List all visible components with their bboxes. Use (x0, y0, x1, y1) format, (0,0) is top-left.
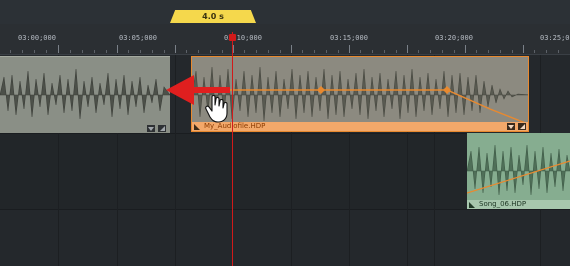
ruler-minor-tick (372, 50, 373, 53)
ruler-minor-tick (280, 50, 281, 53)
ruler-minor-tick (46, 50, 47, 53)
waveform (192, 66, 528, 125)
ruler-time-label: 03:00;000 (18, 34, 56, 42)
clip-resize-handle[interactable] (518, 123, 526, 130)
ruler-minor-tick (140, 50, 141, 53)
ruler-major-tick (175, 45, 176, 53)
fade-in-handle-icon[interactable] (194, 124, 200, 130)
ruler-minor-tick (164, 50, 165, 53)
ruler-minor-tick (546, 50, 547, 53)
clip-name-bar[interactable]: Song_06.HDP (467, 200, 570, 209)
ruler-minor-tick (34, 50, 35, 53)
ruler-minor-tick (338, 50, 339, 53)
ruler-minor-tick (244, 50, 245, 53)
ruler-time-label: 03:25;000 (540, 34, 570, 42)
ruler-minor-tick (418, 50, 419, 53)
ruler-minor-tick (384, 50, 385, 53)
ruler-minor-tick (476, 50, 477, 53)
waveform (467, 144, 570, 196)
ruler-minor-tick (222, 50, 223, 53)
ruler-major-tick (523, 45, 524, 53)
ruler-minor-tick (302, 50, 303, 53)
ruler-minor-tick (94, 50, 95, 53)
segment-length-badge[interactable]: 4.0 s (170, 10, 256, 23)
ruler-minor-tick (70, 50, 71, 53)
ruler-major-tick (233, 45, 234, 53)
ruler-minor-tick (454, 50, 455, 53)
ruler-minor-tick (534, 50, 535, 53)
ruler-minor-tick (106, 50, 107, 53)
ruler-major-tick (291, 45, 292, 53)
ruler-major-tick (407, 45, 408, 53)
grid-line (175, 55, 176, 266)
ruler-minor-tick (268, 50, 269, 53)
clip-menu-button[interactable] (507, 123, 515, 130)
ruler-minor-tick (152, 50, 153, 53)
ruler-major-tick (465, 45, 466, 53)
ruler-time-label: 03:05;000 (119, 34, 157, 42)
ruler-major-tick (117, 45, 118, 53)
audio-clip-selected[interactable]: My_Audiofile.HDP (191, 56, 529, 132)
ruler-minor-tick (500, 50, 501, 53)
waveform (0, 68, 170, 120)
ruler-minor-tick (210, 50, 211, 53)
playhead-marker[interactable] (229, 34, 236, 41)
fade-in-handle-icon[interactable] (469, 202, 475, 208)
ruler-minor-tick (128, 50, 129, 53)
ruler-minor-tick (558, 50, 559, 53)
ruler-minor-tick (314, 50, 315, 53)
ruler-major-tick (349, 45, 350, 53)
ruler-minor-tick (512, 50, 513, 53)
ruler-minor-tick (326, 50, 327, 53)
ruler-time-label: 03:15;000 (330, 34, 368, 42)
ruler-major-tick (58, 45, 59, 53)
ruler-minor-tick (488, 50, 489, 53)
ruler-minor-tick (22, 50, 23, 53)
ruler-minor-tick (256, 50, 257, 53)
clip-resize-handle[interactable] (158, 125, 166, 132)
clip-name-bar[interactable]: My_Audiofile.HDP (192, 122, 528, 131)
audio-clip-previous[interactable] (0, 56, 170, 133)
clip-menu-button[interactable] (147, 125, 155, 132)
clip-name: Song_06.HDP (479, 200, 527, 208)
ruler-minor-tick (442, 50, 443, 53)
ruler-minor-tick (396, 50, 397, 53)
ruler-minor-tick (198, 50, 199, 53)
timeline-top-bar: 4.0 s (0, 0, 570, 24)
time-ruler[interactable]: 03:00;000 03:05;000 03:10;000 03:15;000 … (0, 24, 570, 55)
ruler-minor-tick (430, 50, 431, 53)
ruler-minor-tick (186, 50, 187, 53)
ruler-minor-tick (82, 50, 83, 53)
ruler-minor-tick (360, 50, 361, 53)
ruler-time-label: 03:20;000 (435, 34, 473, 42)
playhead-line[interactable] (232, 32, 233, 266)
clip-name: My_Audiofile.HDP (204, 122, 266, 130)
timeline-editor: 4.0 s 03:00;000 03:05;000 03:10;000 03:1… (0, 0, 570, 266)
audio-clip-song[interactable]: Song_06.HDP (467, 133, 570, 209)
audio-track-3[interactable] (0, 209, 570, 266)
ruler-minor-tick (10, 50, 11, 53)
